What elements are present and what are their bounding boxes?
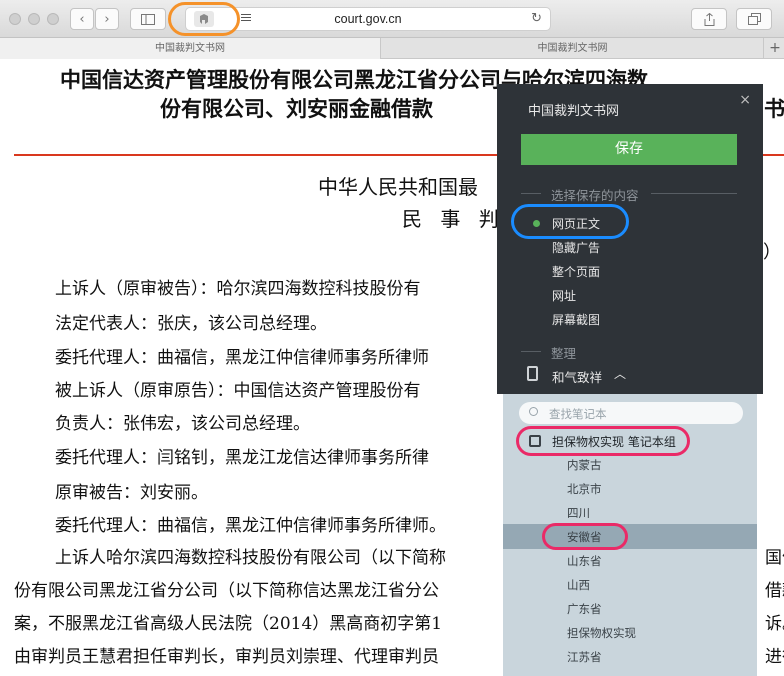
party-line: 原审被告：刘安丽。 [55, 483, 208, 503]
party-line: 负责人：张伟宏，该公司总经理。 [55, 414, 310, 434]
chevron-left-icon: ‹ [79, 11, 85, 27]
court-name: 中华人民共和国最 [318, 175, 478, 199]
tabs-overview-button[interactable] [736, 8, 772, 30]
search-placeholder: 查找笔记本 [549, 407, 607, 421]
sidebar-button[interactable] [130, 8, 166, 30]
tab-2[interactable]: 中国裁判文书网 [382, 38, 764, 59]
web-clipper-panel: 中国裁判文书网 × 保存 选择保存的内容 网页正文 隐藏广告 整个页面 网址 屏… [497, 84, 763, 676]
tab-1[interactable]: 中国裁判文书网 [0, 38, 381, 59]
notebook-selector[interactable]: 和气致祥 [552, 367, 602, 386]
party-line: 委托代理人：曲福信，黑龙江仲信律师事务所律师。 [55, 516, 446, 536]
body-line-end: 诉。 [765, 614, 784, 634]
clip-option-full-page[interactable]: 整个页面 [552, 263, 600, 280]
notebook-item[interactable]: 江苏省 [567, 649, 602, 665]
zoom-window-button[interactable] [47, 13, 59, 25]
annotation-orange-circle [168, 2, 240, 36]
url-text: court.gov.cn [334, 12, 402, 26]
notebook-item[interactable]: 四川 [567, 505, 590, 521]
annotation-pink-circle-notebook [542, 523, 628, 550]
new-tab-button[interactable]: + [766, 38, 784, 59]
back-button[interactable]: ‹ [70, 8, 94, 30]
minimize-window-button[interactable] [28, 13, 40, 25]
notebook-search-input[interactable]: 查找笔记本 [519, 402, 743, 424]
reload-icon[interactable]: ↻ [531, 11, 542, 26]
close-window-button[interactable] [9, 13, 21, 25]
forward-button[interactable]: › [95, 8, 119, 30]
body-line-end: 进行 [765, 647, 784, 667]
search-icon [529, 407, 538, 416]
share-button[interactable] [691, 8, 727, 30]
share-icon [704, 12, 714, 26]
case-number-fragment: ） [763, 242, 781, 263]
body-line: 份有限公司黑龙江省分公司（以下简称信达黑龙江省分公 [14, 581, 439, 601]
notebook-item[interactable]: 广东省 [567, 601, 602, 617]
notebook-icon [527, 366, 538, 381]
annotation-blue-circle [511, 204, 629, 239]
party-line: 委托代理人：闫铭钊，黑龙江龙信达律师事务所律 [55, 448, 429, 468]
tabs-icon [747, 13, 761, 25]
notebook-item[interactable]: 山东省 [567, 553, 602, 569]
party-line: 上诉人（原审被告）：哈尔滨四海数控科技股份有 [55, 279, 421, 299]
body-line-end: 借款 [765, 581, 784, 601]
chevron-right-icon: › [104, 11, 110, 27]
tab-bar: 中国裁判文书网 中国裁判文书网 + [0, 38, 784, 59]
party-line: 委托代理人：曲福信，黑龙江仲信律师事务所律师 [55, 348, 429, 368]
notebook-item[interactable]: 内蒙古 [567, 457, 602, 473]
body-line: 案，不服黑龙江省高级人民法院（2014）黑高商初字第1 [14, 614, 443, 634]
save-button[interactable]: 保存 [521, 134, 737, 165]
close-icon[interactable]: × [739, 92, 751, 108]
sidebar-icon [141, 13, 155, 25]
notebook-item[interactable]: 担保物权实现 [567, 625, 636, 641]
body-paragraph: 上诉人哈尔滨四海数控科技股份有限公司（以下简称 [55, 548, 446, 568]
notebook-item[interactable]: 北京市 [567, 481, 602, 497]
browser-toolbar: ‹ › court.gov.cn ↻ [0, 0, 784, 38]
party-line: 被上诉人（原审原告）：中国信达资产管理股份有 [55, 381, 421, 401]
notebook-item[interactable]: 山西 [567, 577, 590, 593]
clip-option-simplified[interactable]: 隐藏广告 [552, 239, 600, 256]
clip-option-bookmark[interactable]: 网址 [552, 287, 576, 304]
clipper-header: 中国裁判文书网 × 保存 选择保存的内容 网页正文 隐藏广告 整个页面 网址 屏… [497, 84, 763, 394]
body-line-end: 国信 [765, 548, 784, 568]
annotation-pink-circle-stack [516, 426, 690, 456]
party-line: 法定代表人：张庆，该公司总经理。 [55, 314, 327, 334]
chevron-up-icon[interactable]: ︿ [614, 365, 626, 382]
notebook-dropdown: 查找笔记本 担保物权实现 笔记本组 内蒙古 北京市 四川 安徽省 山东省 山西 … [503, 394, 757, 676]
body-line: 由审判员王慧君担任审判长，审判员刘崇理、代理审判员 [14, 647, 439, 667]
document-title-line2-end: 书 [764, 97, 784, 121]
clipper-page-title: 中国裁判文书网 [528, 104, 620, 119]
clip-option-screenshot[interactable]: 屏幕截图 [552, 311, 600, 328]
